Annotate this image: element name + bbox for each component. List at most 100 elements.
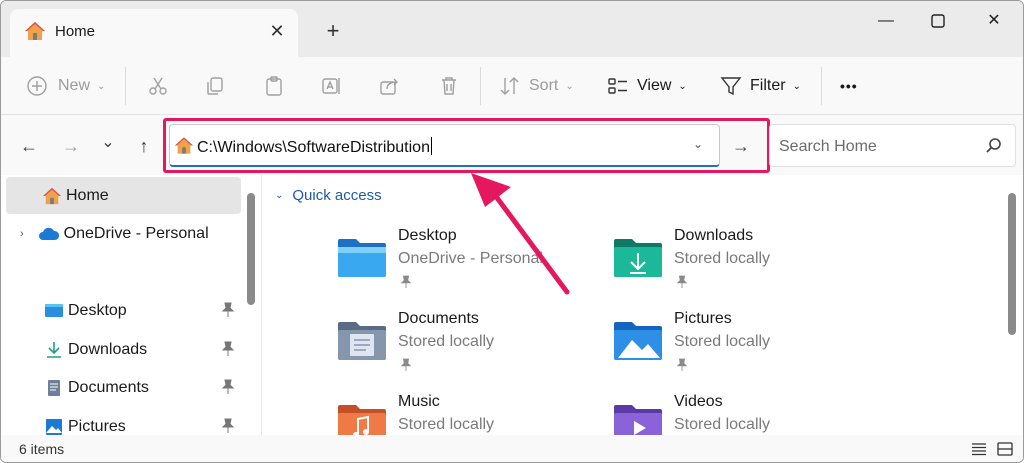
tile-location: Stored locally [398,333,495,350]
search-box[interactable]: Search Home [769,124,1016,167]
desktop-icon [45,303,63,317]
rename-icon [322,78,340,94]
minimize-button[interactable]: — [863,7,909,35]
home-icon [25,22,45,40]
chevron-down-icon: ⌄ [275,190,284,201]
toolbar-divider [821,67,822,105]
chevron-right-icon[interactable]: › [20,228,24,240]
sidebar-item-label: Home [66,186,109,204]
home-icon [43,187,61,204]
tile-location: Stored locally [398,416,495,433]
rename-button[interactable] [321,69,343,103]
pin-icon [676,275,688,288]
tile-downloads[interactable]: Downloads Stored locally [612,227,872,297]
sidebar-item-onedrive[interactable]: › OneDrive - Personal [6,215,241,252]
cloud-icon [38,227,59,240]
sort-label: Sort [529,77,559,94]
pin-icon [221,379,235,394]
quick-access-header[interactable]: ⌄ Quick access [275,187,382,204]
chevron-down-icon[interactable]: ⌄ [693,137,703,151]
home-icon [174,137,194,154]
section-title: Quick access [292,187,382,204]
sidebar-item-label: OneDrive - Personal [63,224,209,242]
status-bar: 6 items [1,435,1023,462]
scissors-icon [149,77,167,95]
tile-pictures[interactable]: Pictures Stored locally [612,310,872,380]
tile-name: Videos [674,393,723,410]
sidebar-item-home[interactable]: Home [6,177,241,214]
content-scrollbar[interactable] [1008,193,1016,335]
view-button[interactable]: View ⌄ [607,69,687,103]
new-button[interactable]: New ⌄ [26,69,105,103]
pictures-folder-icon [614,322,662,360]
filter-button[interactable]: Filter ⌄ [720,69,801,103]
chevron-down-icon: ⌄ [97,80,106,92]
desktop-folder-icon [338,239,386,277]
tile-name: Pictures [674,310,732,327]
pin-icon [676,358,688,371]
pictures-icon [46,418,62,435]
tile-documents[interactable]: Documents Stored locally [336,310,596,380]
sidebar-item-label: Pictures [68,417,126,435]
tile-location: Stored locally [674,333,771,350]
clipboard-icon [266,76,282,96]
close-tab-icon[interactable]: ✕ [264,18,290,44]
tile-desktop[interactable]: Desktop OneDrive - Personal [336,227,596,297]
address-value: C:\Windows\SoftwareDistribution [197,139,430,156]
paste-button[interactable] [263,69,285,103]
documents-folder-icon [338,322,386,360]
maximize-icon [931,14,945,28]
copy-button[interactable] [204,69,226,103]
sidebar-item-desktop[interactable]: Desktop [6,292,241,329]
sidebar-item-label: Downloads [68,340,148,358]
sidebar-item-documents[interactable]: Documents [6,369,241,406]
sidebar-scrollbar[interactable] [247,193,255,305]
share-button[interactable] [378,69,400,103]
recent-locations-button[interactable]: ⌄ [96,131,120,155]
title-bar: Home ✕ + — ✕ [1,1,1023,57]
address-input[interactable]: C:\Windows\SoftwareDistribution [197,137,432,157]
sidebar-item-downloads[interactable]: Downloads [6,331,241,368]
filter-icon [720,77,742,96]
close-window-button[interactable]: ✕ [971,7,1017,35]
tile-name: Music [398,393,440,410]
search-icon[interactable] [985,137,1003,155]
downloads-folder-icon [614,239,662,277]
tile-name: Downloads [674,227,754,244]
back-button[interactable]: ← [17,134,41,158]
command-bar: New ⌄ Sort ⌄ View ⌄ Filter ⌄ ••• [1,57,1023,115]
more-options-button[interactable]: ••• [840,69,858,103]
new-label: New [58,77,91,94]
item-count: 6 items [19,441,65,457]
view-label: View [637,77,672,94]
search-placeholder: Search Home [779,138,877,155]
sort-icon [500,77,519,95]
details-view-icon[interactable] [971,442,987,456]
maximize-button[interactable] [915,7,961,35]
delete-button[interactable] [438,69,460,103]
sort-button[interactable]: Sort ⌄ [499,69,574,103]
pin-icon [221,302,235,317]
pin-icon [221,418,235,433]
plus-circle-icon [27,76,47,96]
tiles-view-icon[interactable] [997,442,1013,456]
tile-location: Stored locally [674,250,771,267]
up-button[interactable]: ↑ [132,134,156,158]
chevron-down-icon: ⌄ [792,80,801,92]
file-explorer-window: Home ✕ + — ✕ New ⌄ Sort ⌄ View ⌄ Filter … [0,0,1024,463]
content-pane: ⌄ Quick access Desktop OneDrive - Person… [262,175,1023,443]
tile-name: Documents [398,310,479,327]
chevron-down-icon: ⌄ [678,80,687,92]
trash-icon [442,77,456,95]
sidebar-item-label: Documents [68,378,149,396]
forward-button[interactable]: → [59,134,83,158]
sidebar-item-label: Desktop [68,301,127,319]
go-button[interactable]: → [727,134,755,158]
document-icon [48,379,60,396]
tab-home[interactable]: Home ✕ [10,9,298,57]
pin-icon [221,341,235,356]
text-caret [430,137,432,155]
new-tab-button[interactable]: + [319,17,347,45]
address-bar[interactable]: C:\Windows\SoftwareDistribution ⌄ [169,124,720,167]
cut-button[interactable] [147,69,169,103]
